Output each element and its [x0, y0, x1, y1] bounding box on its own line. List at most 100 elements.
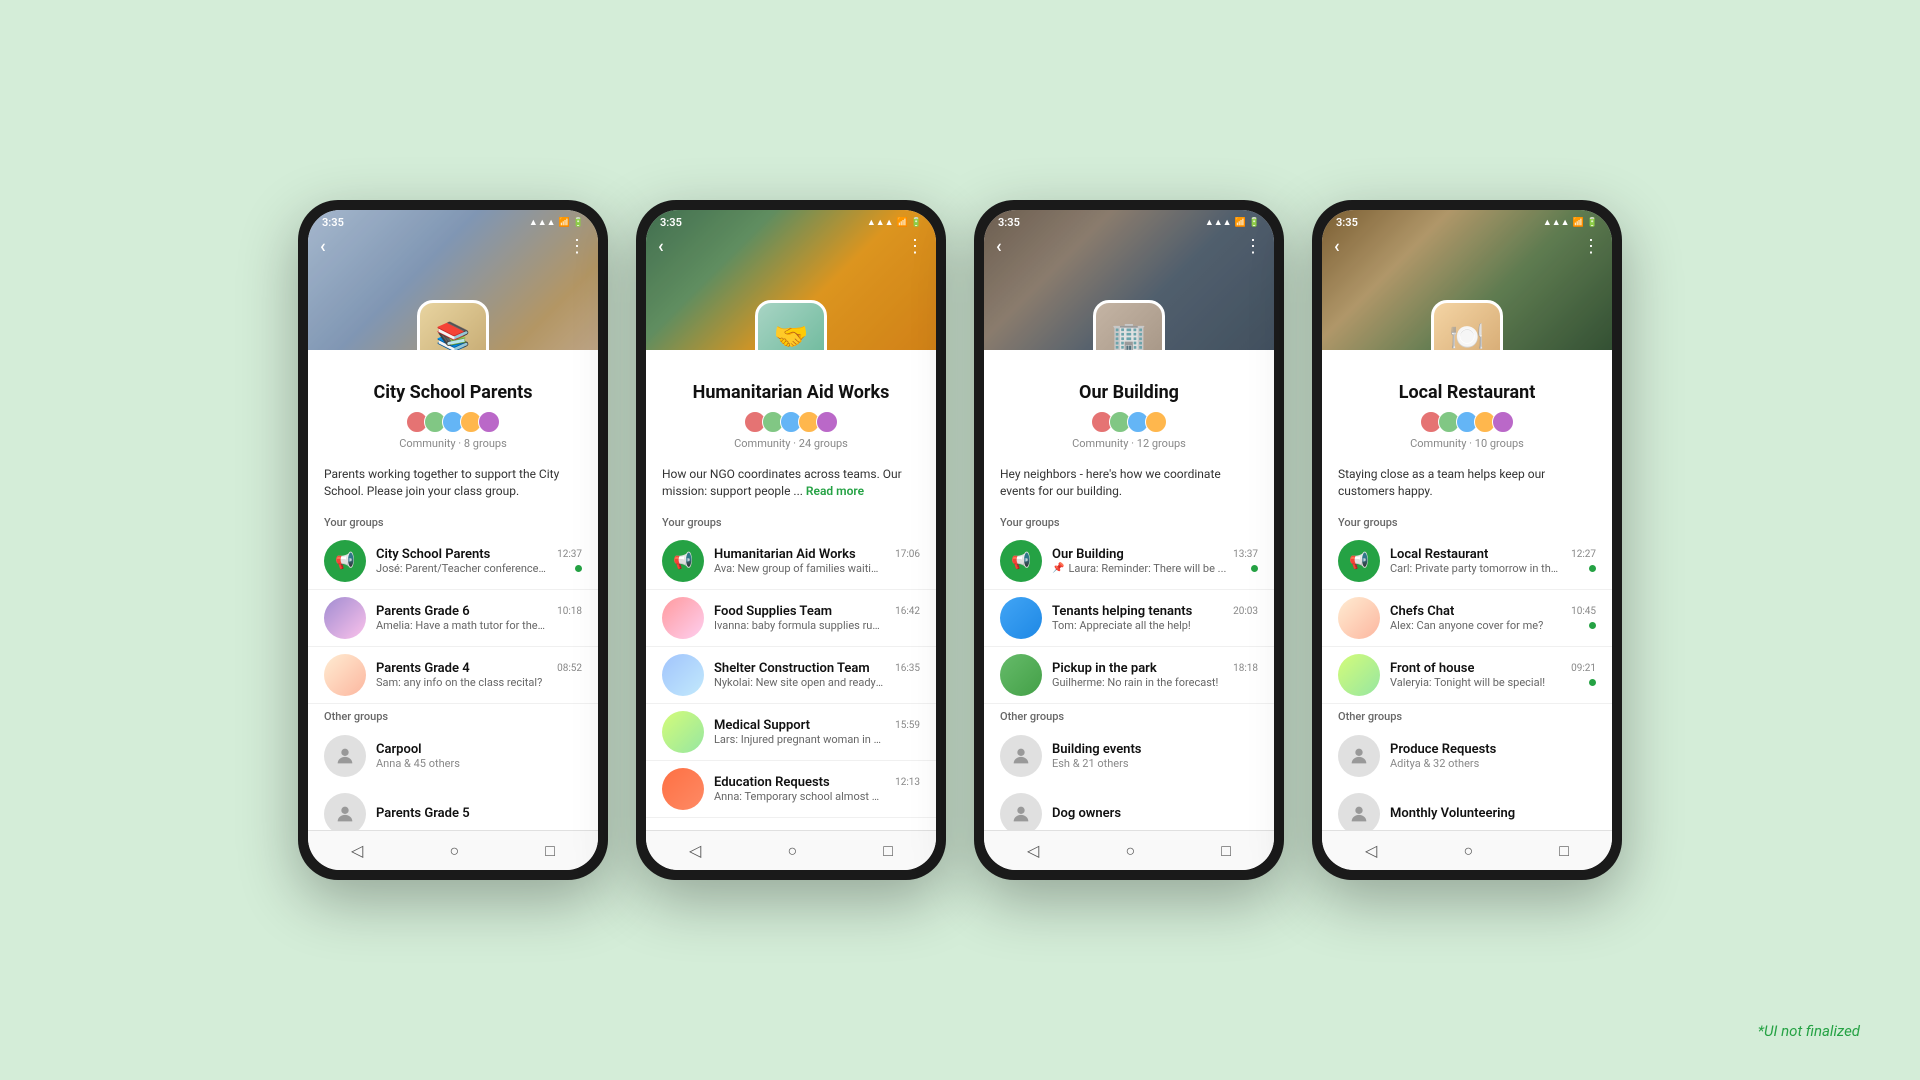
back-button[interactable]: ‹: [996, 236, 1002, 257]
group-text: Pickup in the park 18:18 Guilherme: No r…: [1052, 661, 1258, 689]
more-button[interactable]: ⋮: [568, 236, 586, 257]
status-bar: 3:35 ▲▲▲ 📶 🔋: [322, 216, 584, 229]
group-icon: [324, 597, 366, 639]
back-button[interactable]: ‹: [320, 236, 326, 257]
nav-recents-button[interactable]: □: [883, 841, 893, 861]
status-bar: 3:35 ▲▲▲ 📶 🔋: [998, 216, 1260, 229]
group-name-row: Tenants helping tenants 20:03: [1052, 604, 1258, 619]
community-desc: Staying close as a team helps keep our c…: [1322, 462, 1612, 510]
your-groups-label: Your groups: [646, 510, 936, 533]
status-bar: 3:35 ▲▲▲ 📶 🔋: [660, 216, 922, 229]
group-icon: [662, 654, 704, 696]
group-item[interactable]: Tenants helping tenants 20:03 Tom: Appre…: [984, 590, 1274, 647]
group-text: Tenants helping tenants 20:03 Tom: Appre…: [1052, 604, 1258, 632]
group-name: Education Requests: [714, 775, 830, 790]
more-button[interactable]: ⋮: [1244, 236, 1262, 257]
phone-screen: 3:35 ▲▲▲ 📶 🔋 ‹ ⋮ 🍽️ Local Restaurant: [1322, 210, 1612, 870]
other-group-item[interactable]: Monthly Volunteering: [1322, 785, 1612, 830]
group-msg-row: 📌 Laura: Reminder: There will be ...: [1052, 562, 1258, 575]
member-avatars: [1000, 411, 1258, 433]
group-item[interactable]: 📢 Humanitarian Aid Works 17:06 Ava: New …: [646, 533, 936, 590]
group-name: Humanitarian Aid Works: [714, 547, 856, 562]
other-group-icon: [1338, 793, 1380, 830]
other-group-item[interactable]: Building events Esh & 21 others: [984, 727, 1274, 785]
speaker-icon: 📢: [335, 551, 355, 570]
group-avatar: 🍽️: [1431, 300, 1503, 350]
group-msg-row: Nykolai: New site open and ready for ...: [714, 676, 920, 689]
community-info: Local Restaurant Community · 10 groups: [1322, 350, 1612, 462]
status-icons: ▲▲▲ 📶 🔋: [1543, 217, 1598, 228]
your-groups-label: Your groups: [984, 510, 1274, 533]
group-item[interactable]: Food Supplies Team 16:42 Ivanna: baby fo…: [646, 590, 936, 647]
group-time: 12:37: [557, 549, 582, 560]
community-meta: Community · 24 groups: [662, 437, 920, 450]
group-item[interactable]: 📢 City School Parents 12:37 José: Parent…: [308, 533, 598, 590]
back-button[interactable]: ‹: [1334, 236, 1340, 257]
group-icon: 📢: [1000, 540, 1042, 582]
group-time: 10:45: [1571, 606, 1596, 617]
group-item[interactable]: Front of house 09:21 Valeryia: Tonight w…: [1322, 647, 1612, 704]
group-name: Medical Support: [714, 718, 810, 733]
your-groups-label: Your groups: [1322, 510, 1612, 533]
back-button[interactable]: ‹: [658, 236, 664, 257]
group-text: Chefs Chat 10:45 Alex: Can anyone cover …: [1390, 604, 1596, 632]
nav-back-button[interactable]: ◁: [1365, 841, 1377, 860]
group-item[interactable]: 📢 Our Building 13:37 📌 Laura: Reminder: …: [984, 533, 1274, 590]
nav-back-button[interactable]: ◁: [351, 841, 363, 860]
phone-header: 3:35 ▲▲▲ 📶 🔋 ‹ ⋮ 📚: [308, 210, 598, 350]
group-msg: Amelia: Have a math tutor for the upco..…: [376, 619, 546, 632]
member-avatar: [1492, 411, 1514, 433]
group-msg: Anna: Temporary school almost comp...: [714, 790, 884, 803]
other-group-name: Dog owners: [1052, 806, 1258, 821]
group-time: 12:27: [1571, 549, 1596, 560]
group-msg: Ava: New group of families waiting ...: [714, 562, 884, 575]
group-time: 15:59: [895, 720, 920, 731]
group-icon: [1338, 597, 1380, 639]
group-item[interactable]: Chefs Chat 10:45 Alex: Can anyone cover …: [1322, 590, 1612, 647]
battery-icon: 🔋: [573, 218, 584, 228]
more-button[interactable]: ⋮: [906, 236, 924, 257]
group-item[interactable]: 📢 Local Restaurant 12:27 Carl: Private p…: [1322, 533, 1612, 590]
group-item[interactable]: Shelter Construction Team 16:35 Nykolai:…: [646, 647, 936, 704]
other-group-sub: Aditya & 32 others: [1390, 757, 1596, 770]
group-item[interactable]: Pickup in the park 18:18 Guilherme: No r…: [984, 647, 1274, 704]
nav-recents-button[interactable]: □: [1559, 841, 1569, 861]
group-item[interactable]: Education Requests 12:13 Anna: Temporary…: [646, 761, 936, 818]
online-dot: [1589, 622, 1596, 629]
wifi-icon: 📶: [897, 218, 908, 228]
read-more-link[interactable]: Read more: [806, 484, 864, 498]
nav-back-button[interactable]: ◁: [689, 841, 701, 860]
nav-home-button[interactable]: ○: [449, 841, 459, 861]
group-time: 16:35: [895, 663, 920, 674]
group-msg: Lars: Injured pregnant woman in need ...: [714, 733, 884, 746]
group-item[interactable]: Medical Support 15:59 Lars: Injured preg…: [646, 704, 936, 761]
nav-home-button[interactable]: ○: [1463, 841, 1473, 861]
group-name-row: Food Supplies Team 16:42: [714, 604, 920, 619]
other-group-sub: Esh & 21 others: [1052, 757, 1258, 770]
nav-home-button[interactable]: ○: [787, 841, 797, 861]
nav-back-button[interactable]: ◁: [1027, 841, 1039, 860]
other-group-name: Building events: [1052, 742, 1258, 757]
other-group-item[interactable]: Carpool Anna & 45 others: [308, 727, 598, 785]
nav-recents-button[interactable]: □: [545, 841, 555, 861]
group-msg: Carl: Private party tomorrow in the ...: [1390, 562, 1560, 575]
group-item[interactable]: Parents Grade 4 08:52 Sam: any info on t…: [308, 647, 598, 704]
nav-home-button[interactable]: ○: [1125, 841, 1135, 861]
nav-recents-button[interactable]: □: [1221, 841, 1231, 861]
group-msg-row: Sam: any info on the class recital?: [376, 676, 582, 689]
more-button[interactable]: ⋮: [1582, 236, 1600, 257]
group-name-row: City School Parents 12:37: [376, 547, 582, 562]
group-item[interactable]: Parents Grade 6 10:18 Amelia: Have a mat…: [308, 590, 598, 647]
group-name: Food Supplies Team: [714, 604, 832, 619]
community-name: Our Building: [1000, 382, 1258, 403]
group-msg: Alex: Can anyone cover for me?: [1390, 619, 1543, 632]
other-group-item[interactable]: Produce Requests Aditya & 32 others: [1322, 727, 1612, 785]
other-group-icon: [1000, 793, 1042, 830]
other-group-item[interactable]: Dog owners: [984, 785, 1274, 830]
group-avatar: 🏢: [1093, 300, 1165, 350]
your-groups-label: Your groups: [308, 510, 598, 533]
other-group-item[interactable]: Parents Grade 5: [308, 785, 598, 830]
group-time: 18:18: [1233, 663, 1258, 674]
group-icon: [662, 711, 704, 753]
phone-screen: 3:35 ▲▲▲ 📶 🔋 ‹ ⋮ 🤝 Humanitarian Aid Work…: [646, 210, 936, 870]
